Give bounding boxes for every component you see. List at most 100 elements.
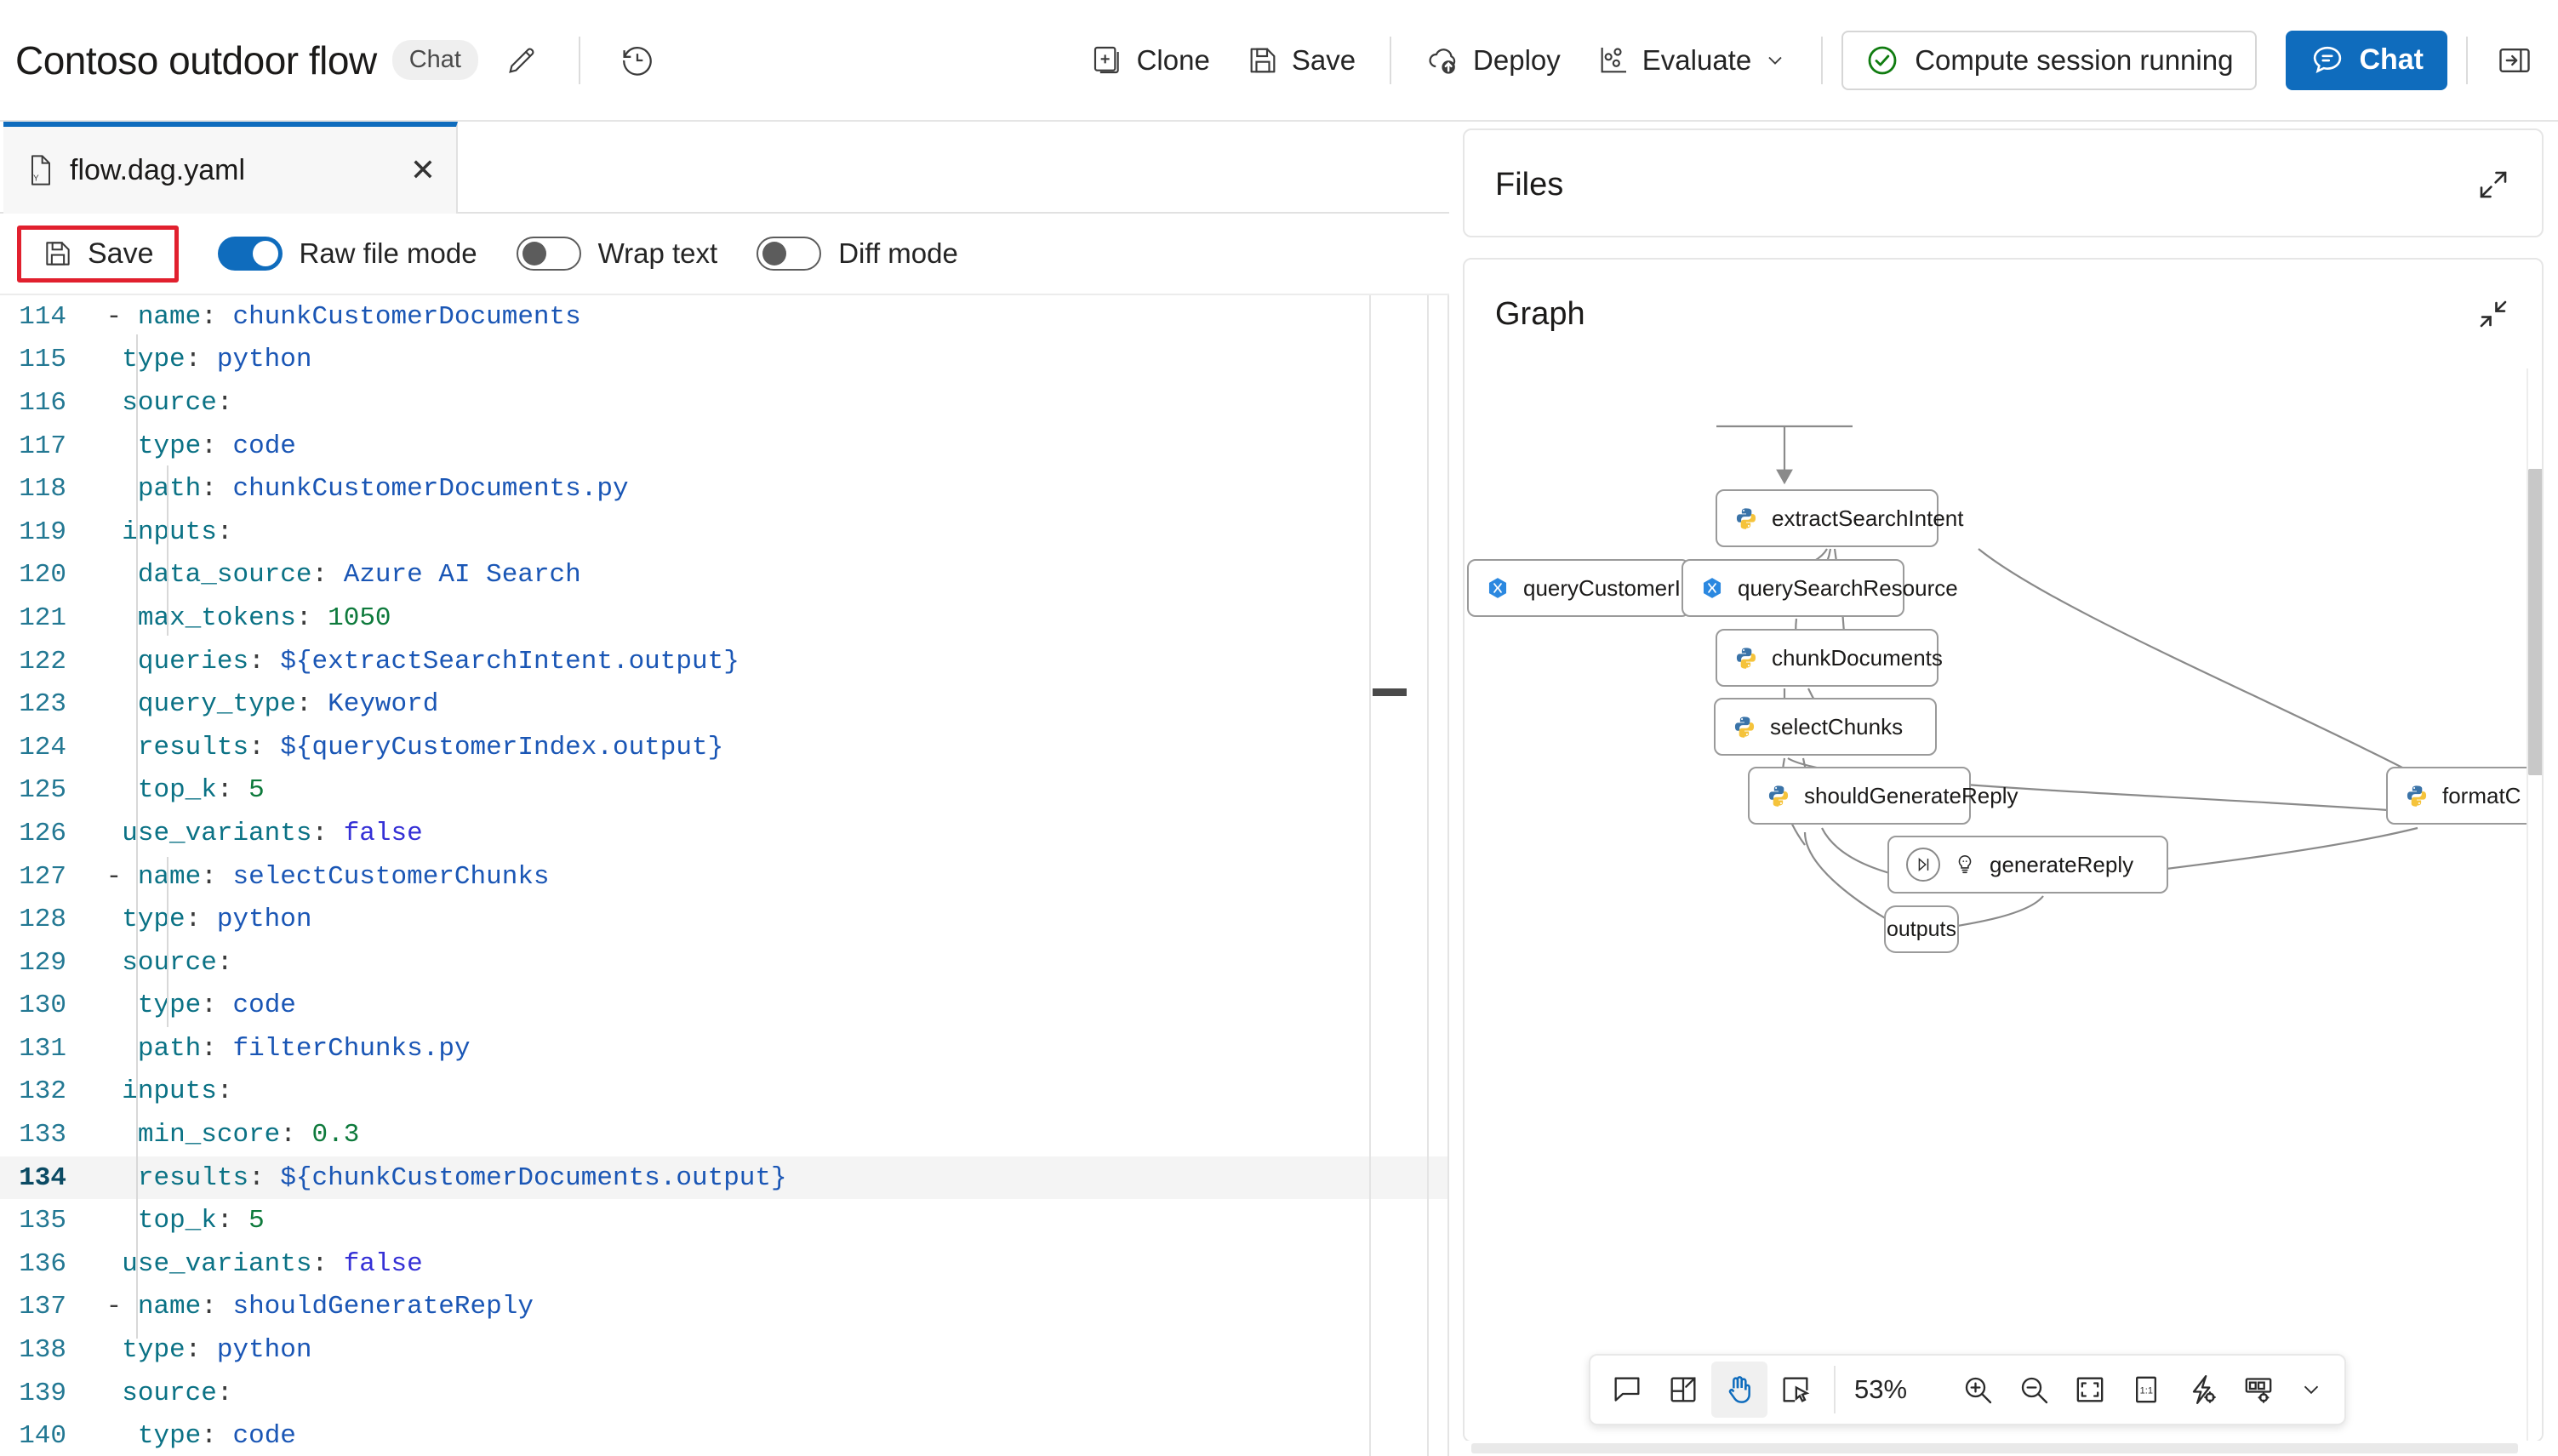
graph-node-querySearchResource[interactable]: querySearchResource	[1682, 559, 1958, 617]
graph-layout-settings-button[interactable]	[2230, 1362, 2287, 1418]
code-line[interactable]: 131 path: filterChunks.py	[0, 1027, 1449, 1071]
code-line[interactable]: 128 type: python	[0, 898, 1449, 941]
code-line[interactable]: 117 type: code	[0, 425, 1449, 468]
code-line[interactable]: 126 use_variants: false	[0, 812, 1449, 855]
graph-node-chunkDocuments[interactable]: chunkDocuments	[1716, 629, 1943, 687]
graph-zoom-out-button[interactable]	[2006, 1362, 2062, 1418]
code-line[interactable]: 140 type: code	[0, 1414, 1449, 1456]
code-token: :	[311, 1248, 344, 1279]
code-line[interactable]: 136 use_variants: false	[0, 1242, 1449, 1286]
graph-node-shouldGenerateReply[interactable]: shouldGenerateReply	[1748, 767, 2018, 825]
code-line[interactable]: 115 type: python	[0, 339, 1449, 382]
raw-file-mode-label: Raw file mode	[299, 237, 477, 269]
wrap-text-toggle-group: Wrap text	[516, 237, 717, 271]
save-flow-button[interactable]: Save	[1230, 35, 1371, 86]
code-line[interactable]: 134 results: ${chunkCustomerDocuments.out…	[0, 1156, 1449, 1200]
code-token: :	[201, 1292, 233, 1322]
code-token: :	[216, 1206, 249, 1236]
graph-pan-tool-button[interactable]	[1711, 1362, 1767, 1418]
deploy-cloud-icon	[1429, 48, 1456, 74]
editor-toolbar: Save Raw file mode Wrap text Diff mode	[0, 214, 1449, 295]
chevron-down-icon[interactable]	[1916, 1377, 1950, 1402]
code-line[interactable]: 124 results: ${queryCustomerIndex.output}	[0, 726, 1449, 769]
code-token: name	[137, 1292, 202, 1322]
compute-session-status[interactable]: Compute session running	[1841, 30, 2258, 90]
code-line[interactable]: 114 - name: chunkCustomerDocuments	[0, 295, 1449, 339]
chevron-down-icon[interactable]	[2298, 1377, 2324, 1402]
files-panel-header: Files	[1465, 130, 2542, 239]
code-line[interactable]: 122 queries: ${extractSearchIntent.output…	[0, 640, 1449, 683]
code-line[interactable]: 130 type: code	[0, 985, 1449, 1028]
code-line[interactable]: 133 min_score: 0.3	[0, 1113, 1449, 1156]
code-line[interactable]: 120 data_source: Azure AI Search	[0, 554, 1449, 597]
editor-scroll-marker[interactable]	[1373, 688, 1407, 696]
code-token: :	[185, 1335, 217, 1366]
graph-node-generateReply[interactable]: generateReply	[1887, 836, 2168, 894]
diff-mode-toggle[interactable]	[757, 237, 822, 271]
select-pointer-icon	[1783, 1377, 1810, 1402]
code-line-text: path: filterChunks.py	[90, 1034, 471, 1064]
code-line[interactable]: 119 inputs:	[0, 511, 1449, 554]
graph-vertical-scrollbar[interactable]	[2527, 368, 2542, 1441]
graph-node-outputs[interactable]: outputs	[1884, 905, 1959, 953]
code-line[interactable]: 137 - name: shouldGenerateReply	[0, 1286, 1449, 1329]
graph-node-selectChunks[interactable]: selectChunks	[1714, 698, 1937, 756]
close-icon[interactable]: ✕	[410, 155, 436, 186]
clone-button[interactable]: Clone	[1076, 35, 1225, 86]
graph-panel-title: Graph	[1495, 295, 1585, 332]
deploy-button[interactable]: Deploy	[1410, 34, 1576, 87]
graph-auto-layout-button[interactable]	[1655, 1362, 1711, 1418]
code-line[interactable]: 132 inputs:	[0, 1071, 1449, 1114]
graph-node-extractSearchIntent[interactable]: extractSearchIntent	[1716, 489, 1963, 547]
code-line-number: 132	[19, 1076, 66, 1107]
editor-save-button[interactable]: Save	[31, 234, 164, 274]
collapse-diagonal-icon[interactable]	[2475, 296, 2511, 332]
editor-save-label: Save	[88, 237, 154, 270]
code-line[interactable]: 139 source:	[0, 1372, 1449, 1415]
graph-node-queryCustomerIndex[interactable]: queryCustomerIndex	[1467, 559, 1728, 617]
pencil-icon	[509, 48, 534, 73]
wrap-text-toggle[interactable]	[516, 237, 581, 271]
code-line-number: 116	[19, 387, 66, 418]
toggle-right-panel-button[interactable]	[2487, 32, 2543, 89]
code-line[interactable]: 123 query_type: Keyword	[0, 682, 1449, 726]
chat-button[interactable]: Chat	[2286, 30, 2447, 90]
code-line[interactable]: 125 top_k: 5	[0, 769, 1449, 813]
tab-flow-dag-yaml[interactable]: Y flow.dag.yaml ✕	[3, 122, 458, 214]
code-line[interactable]: 116 source:	[0, 381, 1449, 425]
code-token: name	[137, 301, 202, 332]
code-line[interactable]: 138 type: python	[0, 1328, 1449, 1372]
zoom-out-icon	[2021, 1377, 2048, 1404]
graph-horizontal-scrollbar-thumb[interactable]	[1471, 1443, 2518, 1453]
graph-actual-size-button[interactable]: 1:1	[2118, 1362, 2174, 1418]
code-token: ${chunkCustomerDocuments.output}	[280, 1162, 787, 1193]
graph-fit-view-button[interactable]	[2062, 1362, 2118, 1418]
graph-scrollbar-thumb[interactable]	[2528, 469, 2542, 775]
svg-text:1:1: 1:1	[2140, 1385, 2153, 1396]
expand-diagonal-icon[interactable]	[2475, 167, 2511, 203]
run-node-icon[interactable]	[1906, 848, 1940, 882]
code-line[interactable]: 129 source:	[0, 941, 1449, 985]
code-line[interactable]: 135 top_k: 5	[0, 1199, 1449, 1242]
graph-node-label: extractSearchIntent	[1772, 505, 1964, 531]
code-line[interactable]: 121 max_tokens: 1050	[0, 597, 1449, 640]
graph-canvas[interactable]: extractSearchIntent queryCustomerIndex q…	[1465, 368, 2542, 1441]
code-token: use_variants	[122, 818, 312, 848]
graph-comment-button[interactable]	[1599, 1362, 1655, 1418]
yaml-code-content[interactable]: 114 - name: chunkCustomerDocuments 115 type…	[0, 295, 1449, 1456]
graph-flash-settings-button[interactable]	[2174, 1362, 2230, 1418]
code-line-text: path: chunkCustomerDocuments.py	[90, 474, 629, 504]
code-token: selectCustomerChunks	[232, 861, 550, 892]
edit-title-button[interactable]	[494, 32, 550, 89]
graph-zoom-in-button[interactable]	[1950, 1362, 2006, 1418]
code-line[interactable]: 127 - name: selectCustomerChunks	[0, 855, 1449, 899]
code-token: ${queryCustomerIndex.output}	[280, 732, 724, 762]
raw-file-mode-toggle[interactable]	[217, 237, 283, 271]
version-history-button[interactable]	[609, 32, 665, 89]
code-line[interactable]: 118 path: chunkCustomerDocuments.py	[0, 467, 1449, 511]
evaluate-button[interactable]: Evaluate	[1581, 35, 1802, 86]
graph-select-tool-button[interactable]	[1767, 1362, 1824, 1418]
graph-node-formatContext[interactable]: formatC	[2386, 767, 2542, 825]
graph-zoom-level[interactable]: 53%	[1846, 1374, 1916, 1405]
graph-horizontal-scrollbar[interactable]	[1463, 1441, 2558, 1456]
